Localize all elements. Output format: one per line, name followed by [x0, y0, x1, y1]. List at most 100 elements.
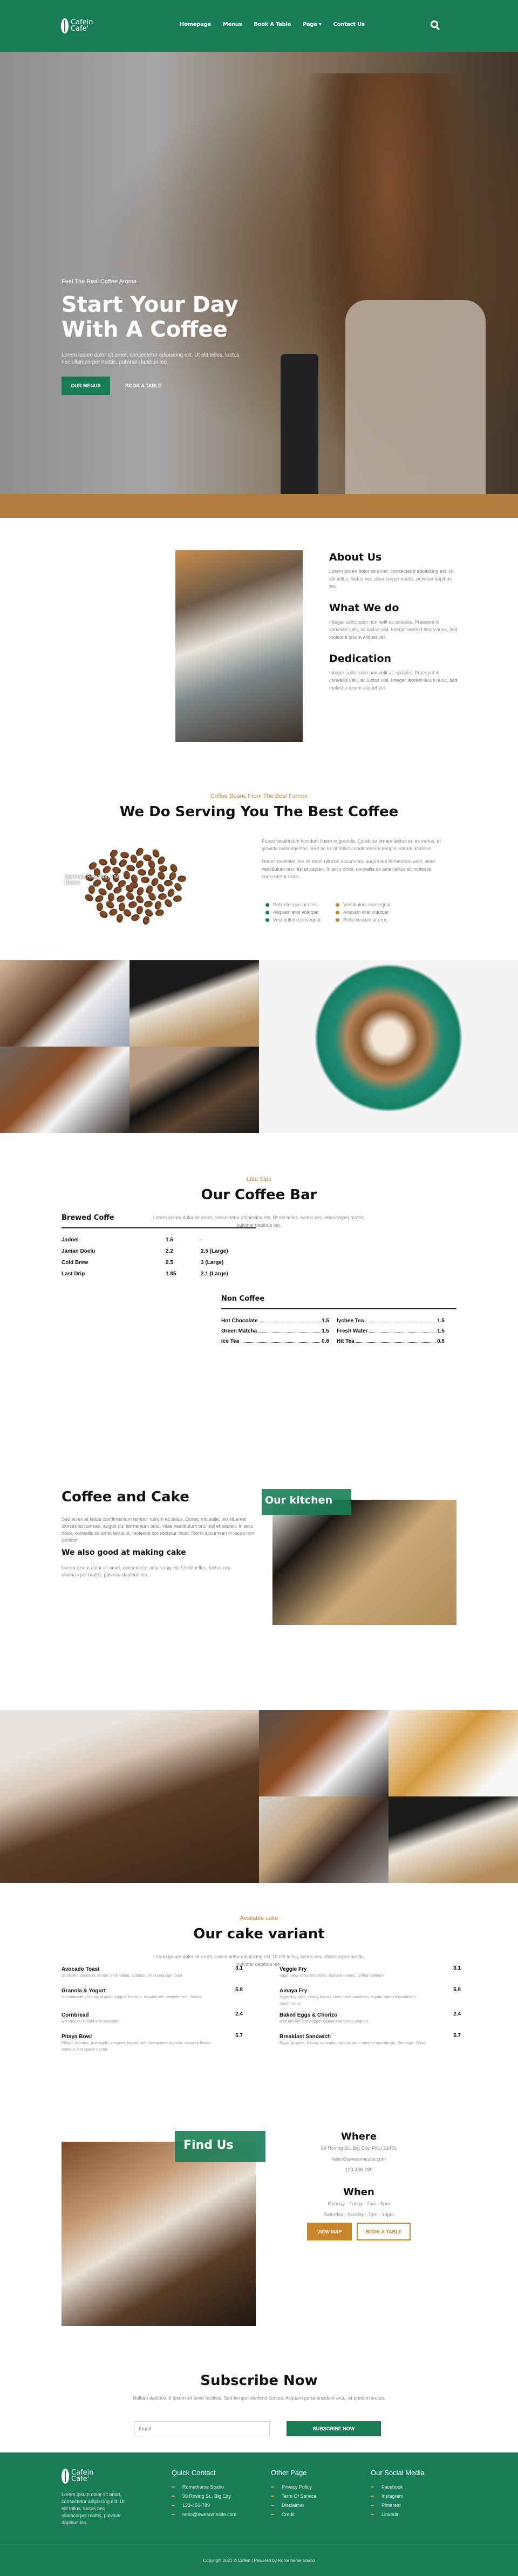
- serving-bullets: Pellentesque at eros Vestibulum consequa…: [265, 902, 406, 923]
- footer-link-label: Privacy Policy: [282, 2484, 312, 2490]
- nav-book-a-table[interactable]: Book A Table: [254, 22, 291, 28]
- logo[interactable]: Cafein Cafe': [61, 18, 93, 33]
- nav-contact-us[interactable]: Contact Us: [333, 22, 365, 28]
- latte-art-image: [259, 960, 518, 1133]
- dash-icon: [271, 2496, 274, 2497]
- kitchen-image: [272, 1500, 456, 1625]
- menu-price: 0.8: [437, 1338, 445, 1344]
- serving-para-2: Donec molestie, leo sit amet ultrices ac…: [262, 859, 435, 879]
- footer-link-label: Instagram: [381, 2493, 404, 2499]
- view-map-button[interactable]: VIEW MAP: [307, 2223, 352, 2240]
- menu-name: Ice Tea: [221, 1338, 240, 1344]
- book-a-table-button[interactable]: BOOK A TABLE: [357, 2223, 411, 2240]
- footer-link-label: Term Of Service: [282, 2493, 317, 2499]
- serving-para-1: Fusce vestibulum tincidunt libero in gra…: [262, 838, 441, 851]
- cake-menu-item: Granola & Yogurt Housemade granola, organ…: [62, 1987, 243, 2007]
- footer-link[interactable]: Facebook: [371, 2484, 425, 2490]
- dash-icon: [371, 2505, 374, 2506]
- footer-link-label: Linkedin: [381, 2512, 400, 2517]
- what-we-do-heading: What We do: [329, 602, 399, 614]
- latte-pour-image: [0, 960, 130, 1047]
- footer-link[interactable]: Linkedin: [371, 2512, 425, 2517]
- menu-large: 2.5 (Large): [201, 1248, 228, 1254]
- footer-link[interactable]: 123-456-789: [172, 2503, 236, 2508]
- subscribe-button[interactable]: SUBSCRIBE NOW: [287, 2421, 381, 2436]
- footer-logo[interactable]: Cafein Cafe': [62, 2469, 126, 2484]
- email[interactable]: hello@awesomesite.com: [291, 2156, 426, 2162]
- find-us-label: Find Us: [175, 2131, 265, 2162]
- logo-line2: Cafe': [71, 2475, 90, 2483]
- footer-link[interactable]: Disclaimer: [271, 2503, 317, 2508]
- our-menus-button[interactable]: OUR MENUS: [62, 377, 110, 395]
- coffee-bean-shape: [125, 890, 135, 901]
- hero-title: Start Your Day With A Coffee: [62, 292, 238, 342]
- about-us-heading: About Us: [329, 551, 382, 563]
- cake-menu-item: Pitaya Bowl Pitaya, banana, pineapple, co…: [62, 2033, 243, 2053]
- footer-link[interactable]: 99 Roving St., Big City: [172, 2493, 236, 2499]
- cake-name: Baked Eggs & Chorizo: [280, 2012, 338, 2018]
- footer-link[interactable]: Rometheme Studio: [172, 2484, 236, 2490]
- serving-title: We Do Serving You The Best Coffee: [119, 804, 399, 820]
- menu-price: 0.8: [322, 1338, 329, 1344]
- menu-name: Jadoel: [62, 1237, 79, 1243]
- footer-link-label: 99 Roving St., Big City: [182, 2493, 231, 2499]
- cake-menu-item: Breakfast Sandwich Eggs, gruyere, bacon, …: [280, 2033, 461, 2053]
- footer-link[interactable]: hello@awesomesite.com: [172, 2512, 236, 2517]
- menu-large: 2.1 (Large): [201, 1271, 228, 1277]
- cake-description: Pitaya, banana, pineapple, coconut, topp…: [62, 2040, 212, 2052]
- copyright: Copyright 2021 © Cafein | Powered by Rom…: [203, 2558, 315, 2563]
- menu-price: 1.5: [166, 1237, 173, 1243]
- dash-icon: [172, 2514, 175, 2515]
- address: 99 Roving St., Big City, PKU 23456: [321, 2145, 397, 2151]
- coffee-bean-shape: [153, 900, 163, 911]
- menu-name: Fresh Water: [337, 1328, 368, 1334]
- bullet-item: Pellentesque at eros: [265, 902, 336, 907]
- hero-apron-shape: [345, 300, 486, 518]
- hero-counter-shape: [0, 494, 518, 518]
- non-coffee-menu: Non Coffee Hot Chocolate 1.5 lychee Tea 1.5…: [221, 1295, 456, 1344]
- nav-homepage[interactable]: Homepage: [180, 22, 211, 28]
- bullet-item: Vestibulum consequat: [265, 917, 336, 923]
- footer-link[interactable]: Credit: [271, 2512, 317, 2517]
- footer-link-label: Credit: [282, 2512, 295, 2517]
- serving-text: Fusce vestibulum tincidunt libero in gra…: [262, 837, 445, 886]
- bullet-dot-icon: [336, 903, 339, 907]
- main-nav: Homepage Menus Book A Table Page ▾ Conta…: [180, 22, 365, 28]
- footer-link[interactable]: Pinterest: [371, 2503, 425, 2508]
- croissant-coffee-image: [0, 1047, 130, 1133]
- footer-link[interactable]: Term Of Service: [271, 2493, 317, 2499]
- footer-link[interactable]: Instagram: [371, 2493, 425, 2499]
- cake-variant-section: Available cake Our cake variant Lorem ip…: [0, 1883, 518, 2120]
- cake-price: 5.8: [235, 1987, 243, 1993]
- cake-name: Breakfast Sandwich: [280, 2034, 331, 2040]
- non-coffee-row: Green Matcha 1.5: [221, 1328, 329, 1334]
- subscribe-title: Subscribe Now: [200, 2373, 318, 2389]
- hero-section: Feel The Real Coffee Aroma Start Your Da…: [0, 52, 518, 518]
- phone[interactable]: 123-456-789: [291, 2167, 426, 2172]
- latte-pour-image: [62, 2142, 256, 2326]
- cake-description: Eggs, gruyere, bacon, avocado, sprouts a…: [280, 2040, 427, 2045]
- nav-page-dropdown[interactable]: Page ▾: [303, 22, 322, 28]
- where-heading: Where: [341, 2131, 377, 2142]
- brewed-coffee-heading: Brewed Coffe: [62, 1214, 114, 1222]
- email-input[interactable]: [134, 2421, 270, 2436]
- search-icon[interactable]: [431, 21, 438, 28]
- cake-menu-item: Amaya Fry Eggs any style, crispy bacon, s…: [280, 1987, 461, 2007]
- non-coffee-row: Hit Tea 0.8: [337, 1338, 445, 1344]
- about-barista-image: [175, 550, 303, 742]
- nav-menus[interactable]: Menus: [223, 22, 242, 28]
- book-table-button[interactable]: BOOK A TABLE: [125, 377, 161, 395]
- cafe-table-image: [388, 1796, 518, 1883]
- coffee-bean-shape: [177, 875, 187, 883]
- bullet-dot-icon: [336, 910, 339, 914]
- menu-large: 3 (Large): [201, 1260, 224, 1266]
- dash-icon: [271, 2505, 274, 2506]
- cake-menu-item: Cornbread with bacon, rucola and avocado 2…: [62, 2011, 243, 2028]
- footer-link[interactable]: Privacy Policy: [271, 2484, 317, 2490]
- menu-price: 2.5: [166, 1260, 173, 1266]
- cake-description: Smashed avocado, lemon, chili flakes, sp…: [62, 1973, 182, 1978]
- coffee-bar-section: Litte Sips Our Coffee Bar Lorem ipsum do…: [0, 1133, 518, 1478]
- footer-column-title: Other Page: [271, 2469, 307, 2477]
- menu-large: -: [201, 1237, 203, 1243]
- cake-name: Cornbread: [62, 2012, 89, 2018]
